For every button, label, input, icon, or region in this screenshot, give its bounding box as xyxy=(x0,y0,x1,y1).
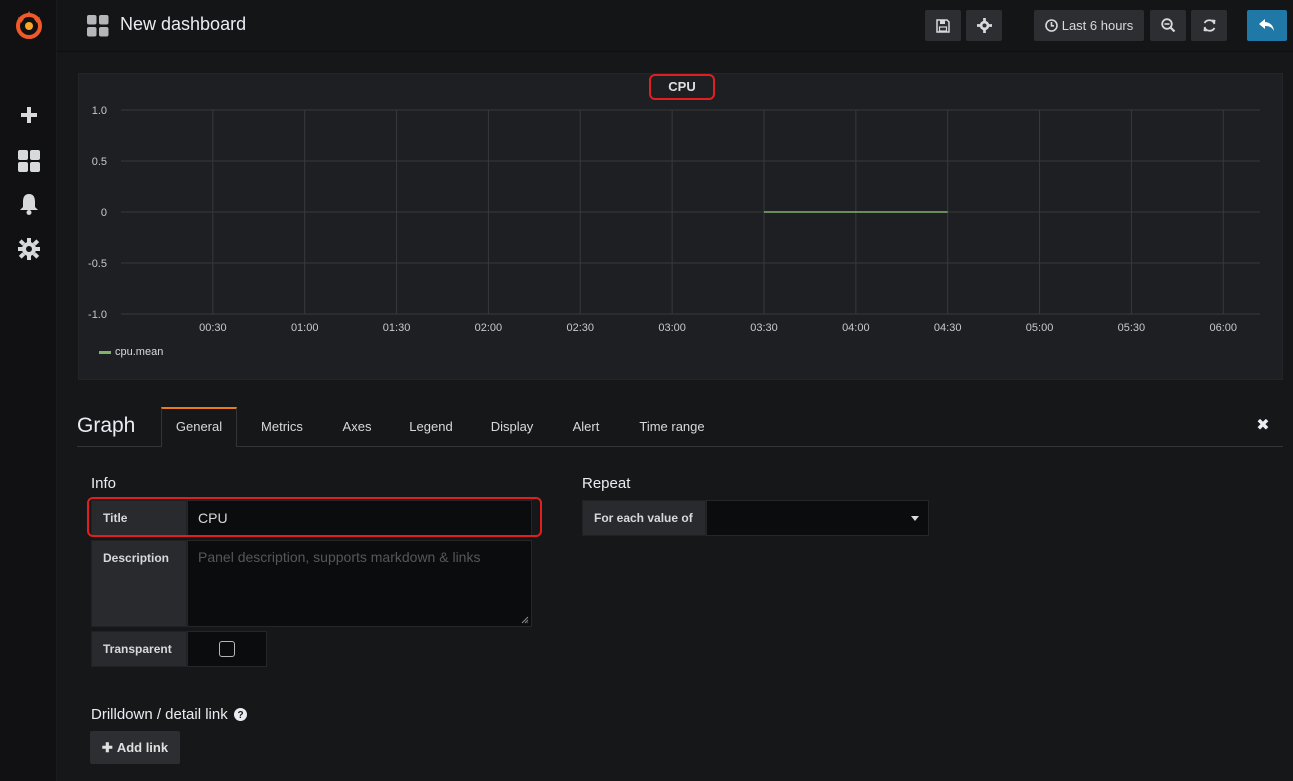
dashboard-grid-icon[interactable] xyxy=(87,15,109,37)
legend-swatch xyxy=(99,350,111,354)
back-to-dashboard-button[interactable] xyxy=(1247,10,1287,41)
x-tick-label: 05:00 xyxy=(1026,322,1054,334)
save-icon xyxy=(936,18,950,33)
info-heading: Info xyxy=(91,475,117,492)
y-tick-label: 0 xyxy=(101,207,107,219)
zoom-out-button[interactable] xyxy=(1150,10,1186,41)
resize-handle-icon[interactable] xyxy=(521,616,529,624)
y-tick-label: -0.5 xyxy=(88,258,107,270)
tab-metrics[interactable]: Metrics xyxy=(250,407,314,447)
tab-display[interactable]: Display xyxy=(481,407,543,447)
create-plus-icon[interactable] xyxy=(0,97,57,133)
cog-icon xyxy=(976,18,992,33)
x-tick-label: 04:00 xyxy=(842,322,870,334)
grafana-logo-icon[interactable] xyxy=(0,7,57,43)
cpu-chart[interactable]: 1.0 0.5 0 -0.5 -1.0 00:30 01:00 01:30 02:00 02:30… xyxy=(79,74,1284,344)
transparent-label: Transparent xyxy=(91,631,187,667)
x-tick-label: 03:00 xyxy=(658,322,686,334)
chart-legend: cpu.mean xyxy=(99,346,163,358)
editor-title: Graph xyxy=(77,414,136,437)
add-link-button[interactable]: ✚ Add link xyxy=(90,731,180,764)
tab-time-range[interactable]: Time range xyxy=(629,407,715,447)
for-each-value-label: For each value of xyxy=(582,500,706,536)
x-tick-label: 02:00 xyxy=(475,322,503,334)
add-link-label: Add link xyxy=(116,740,169,755)
configuration-gear-icon[interactable] xyxy=(0,231,57,267)
tab-general[interactable]: General xyxy=(161,407,237,447)
title-field-highlight xyxy=(87,497,542,537)
description-label: Description xyxy=(91,540,187,627)
alerting-bell-icon[interactable] xyxy=(0,186,57,222)
drilldown-heading-text: Drilldown / detail link xyxy=(91,706,228,723)
clock-icon xyxy=(1044,19,1058,32)
refresh-button[interactable] xyxy=(1191,10,1227,41)
repeat-variable-select[interactable] xyxy=(706,500,929,536)
dashboard-title[interactable]: New dashboard xyxy=(120,14,246,35)
refresh-icon xyxy=(1203,19,1215,32)
x-tick-label: 02:30 xyxy=(567,322,595,334)
dashboard-settings-button[interactable] xyxy=(966,10,1002,41)
transparent-checkbox[interactable] xyxy=(219,641,235,657)
save-dashboard-button[interactable] xyxy=(925,10,961,41)
help-question-icon[interactable]: ? xyxy=(233,708,247,721)
side-menu xyxy=(0,0,57,781)
reply-arrow-icon xyxy=(1259,19,1274,31)
legend-series-name[interactable]: cpu.mean xyxy=(115,346,163,358)
x-tick-label: 03:30 xyxy=(750,322,778,334)
y-tick-label: 1.0 xyxy=(92,105,107,117)
x-tick-label: 00:30 xyxy=(199,322,227,334)
svg-text:?: ? xyxy=(237,710,243,721)
y-tick-label: -1.0 xyxy=(88,309,107,321)
repeat-heading: Repeat xyxy=(582,475,631,492)
dashboards-icon[interactable] xyxy=(0,143,57,179)
x-tick-label: 05:30 xyxy=(1118,322,1146,334)
time-picker-button[interactable]: Last 6 hours xyxy=(1034,10,1144,41)
panel-title[interactable]: CPU xyxy=(649,74,715,100)
tab-alert[interactable]: Alert xyxy=(563,407,609,447)
description-textarea[interactable]: Panel description, supports markdown & l… xyxy=(187,540,532,627)
tab-legend[interactable]: Legend xyxy=(401,407,461,447)
x-tick-label: 01:30 xyxy=(383,322,411,334)
zoom-out-icon xyxy=(1160,18,1175,33)
x-tick-label: 01:00 xyxy=(291,322,319,334)
transparent-checkbox-wrapper xyxy=(187,631,267,667)
y-tick-label: 0.5 xyxy=(92,156,107,168)
x-tick-label: 06:00 xyxy=(1209,322,1237,334)
graph-panel: 1.0 0.5 0 -0.5 -1.0 00:30 01:00 01:30 02:00 02:30… xyxy=(78,73,1283,380)
plus-icon: ✚ xyxy=(101,739,113,755)
top-navbar: New dashboard Last 6 hours xyxy=(57,0,1293,52)
close-editor-icon[interactable]: ✖ xyxy=(1254,415,1272,435)
tab-axes[interactable]: Axes xyxy=(331,407,383,447)
caret-down-icon xyxy=(911,516,919,521)
x-tick-label: 04:30 xyxy=(934,322,962,334)
drilldown-heading: Drilldown / detail link ? xyxy=(91,706,247,723)
time-range-label: Last 6 hours xyxy=(1061,18,1134,33)
